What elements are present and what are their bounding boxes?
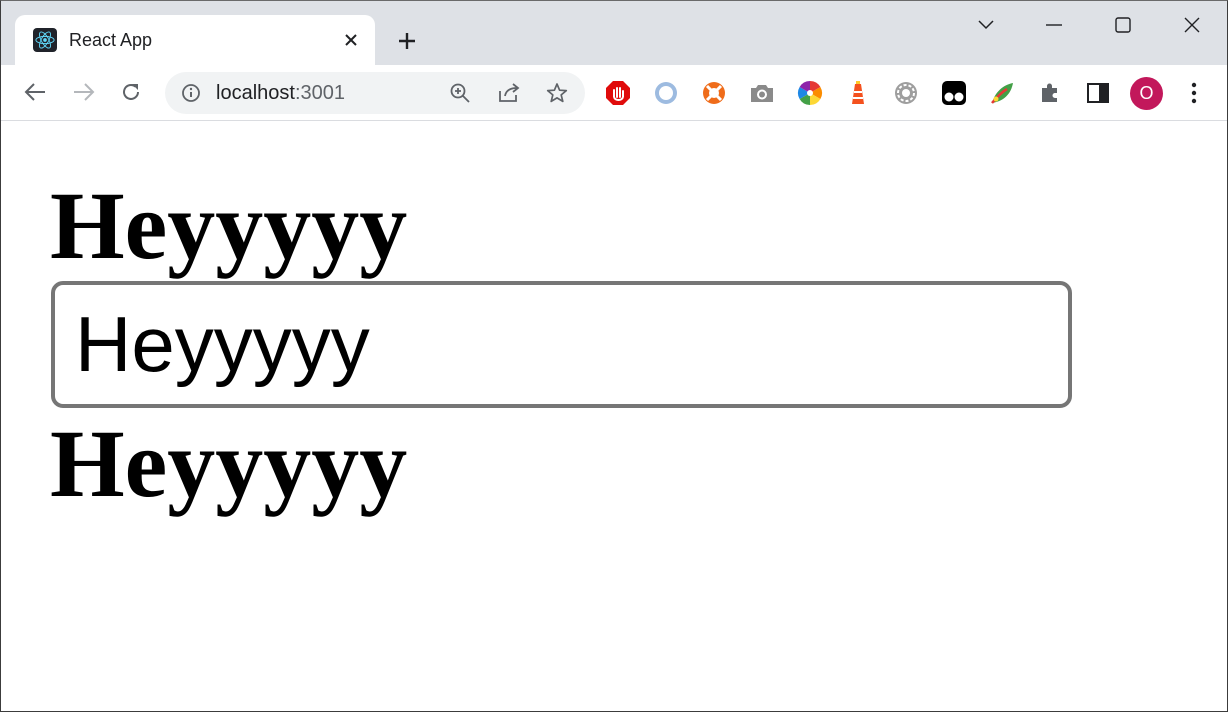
tab-search-chevron-icon[interactable] [966, 9, 1006, 41]
text-input[interactable] [51, 281, 1072, 408]
react-icon [33, 28, 57, 52]
browser-toolbar: localhost:3001 O [1, 65, 1227, 121]
tab-strip: React App [1, 1, 1227, 65]
gear-extension-icon[interactable] [891, 78, 921, 108]
close-tab-icon[interactable] [339, 28, 363, 52]
tab-title: React App [69, 30, 153, 50]
lighthouse-icon[interactable] [843, 78, 873, 108]
share-icon[interactable] [497, 81, 521, 105]
close-window-icon[interactable] [1172, 9, 1212, 41]
zoom-icon[interactable] [448, 81, 472, 105]
heading-top: Heyyyyy [50, 172, 408, 279]
tampermonkey-icon[interactable] [939, 78, 969, 108]
camera-icon[interactable] [747, 78, 777, 108]
leaf-icon[interactable] [987, 78, 1017, 108]
new-tab-icon[interactable] [393, 27, 421, 55]
extensions-puzzle-icon[interactable] [1035, 78, 1065, 108]
blue-swirl-icon[interactable] [651, 78, 681, 108]
url-text: localhost:3001 [216, 82, 345, 105]
heading-bottom: Heyyyyy [50, 410, 408, 517]
side-panel-icon[interactable] [1083, 78, 1113, 108]
adblock-icon[interactable] [603, 78, 633, 108]
browser-window: React App localhost:3001 O Heyyyyy Heyyy… [0, 0, 1228, 712]
kebab-menu-icon[interactable] [1179, 78, 1209, 108]
url-host: localhost [216, 82, 295, 104]
tab-react-app[interactable]: React App [15, 15, 375, 65]
url-port: :3001 [294, 82, 345, 104]
back-arrow-icon[interactable] [18, 75, 52, 109]
site-info-icon[interactable] [179, 81, 203, 105]
bookmark-star-icon[interactable] [545, 81, 569, 105]
color-wheel-icon[interactable] [795, 78, 825, 108]
minimize-icon[interactable] [1034, 9, 1074, 41]
forward-arrow-icon[interactable] [67, 75, 101, 109]
page-content: Heyyyyy Heyyyyy [1, 122, 1227, 711]
orange-lifebuoy-icon[interactable] [699, 78, 729, 108]
maximize-icon[interactable] [1103, 9, 1143, 41]
reload-icon[interactable] [114, 75, 148, 109]
address-bar[interactable]: localhost:3001 [165, 72, 585, 114]
profile-avatar[interactable]: O [1130, 77, 1163, 110]
